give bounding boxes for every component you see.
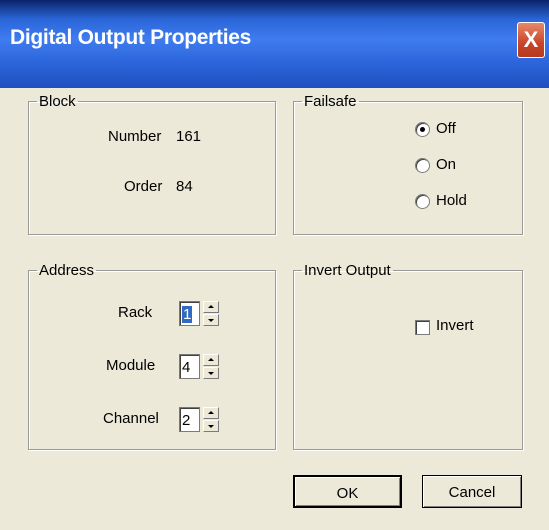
title-bar[interactable]: Digital Output Properties X [0,0,549,88]
dialog-title: Digital Output Properties [10,26,252,49]
failsafe-hold-radio[interactable] [415,194,430,209]
module-label: Module [106,357,156,374]
order-value: 84 [176,178,193,195]
rack-input[interactable]: 1 [179,301,200,326]
channel-label: Channel [103,410,159,427]
channel-input[interactable]: 2 [179,407,200,432]
order-label: Order [124,178,163,195]
properties-dialog: Digital Output Properties X Block Number… [0,0,549,530]
module-stepper[interactable] [203,354,219,379]
ok-button[interactable]: OK [293,475,402,508]
failsafe-group: Failsafe [293,93,523,235]
rack-up-arrow-icon[interactable] [203,301,219,313]
rack-down-arrow-icon[interactable] [203,314,219,326]
module-up-arrow-icon[interactable] [203,354,219,366]
block-legend: Block [39,93,76,110]
invert-output-group: Invert Output [293,262,523,450]
failsafe-legend: Failsafe [304,93,357,110]
rack-stepper[interactable] [203,301,219,326]
invert-checkbox[interactable] [415,320,430,335]
rack-label: Rack [118,304,153,321]
number-label: Number [108,128,162,145]
failsafe-hold-label[interactable]: Hold [436,192,467,209]
module-down-arrow-icon[interactable] [203,367,219,379]
failsafe-on-radio[interactable] [415,158,430,173]
channel-stepper[interactable] [203,407,219,432]
channel-down-arrow-icon[interactable] [203,420,219,432]
failsafe-off-label[interactable]: Off [436,120,456,137]
block-group: Block [28,93,276,235]
invert-output-legend: Invert Output [304,262,391,279]
close-icon[interactable]: X [517,22,545,58]
invert-label[interactable]: Invert [436,317,474,334]
module-input[interactable]: 4 [179,354,200,379]
failsafe-on-label[interactable]: On [436,156,456,173]
channel-up-arrow-icon[interactable] [203,407,219,419]
failsafe-off-radio[interactable] [415,122,430,137]
cancel-button[interactable]: Cancel [422,475,522,508]
rack-value: 1 [182,306,193,323]
number-value: 161 [176,128,202,145]
address-legend: Address [39,262,95,279]
